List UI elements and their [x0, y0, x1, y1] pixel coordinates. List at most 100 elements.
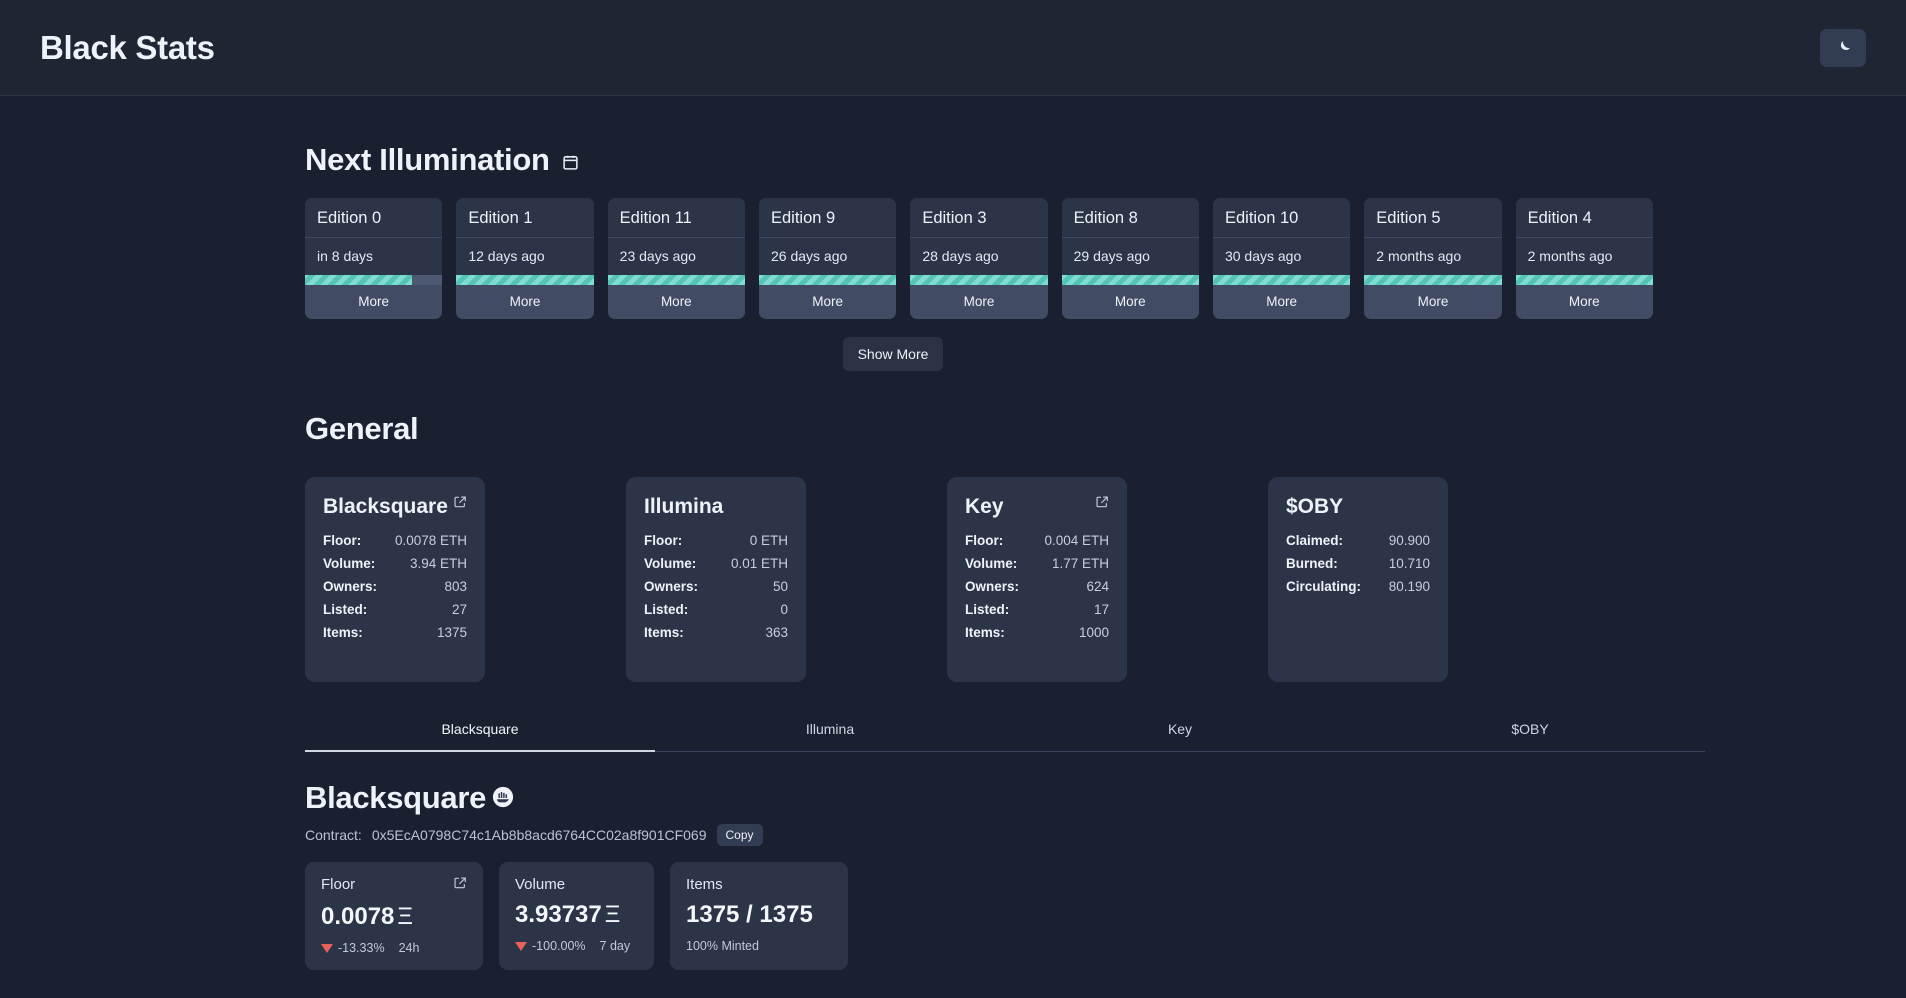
next-illumination-heading-text: Next Illumination	[305, 142, 550, 177]
general-stat-value: 0 ETH	[749, 533, 788, 548]
general-card-title: $OBY	[1286, 495, 1344, 518]
page-title: Black Stats	[40, 28, 215, 66]
eth-symbol: Ξ	[604, 901, 621, 928]
general-card-title: Key	[965, 495, 1004, 518]
tab-key[interactable]: Key	[1005, 710, 1355, 752]
general-stat-label: Circulating:	[1286, 579, 1362, 594]
edition-more-button[interactable]: More	[1212, 285, 1351, 319]
general-card-title: Blacksquare	[323, 495, 448, 518]
general-stat-value: 80.190	[1388, 579, 1430, 594]
general-stat-row: Volume: 1.77 ETH	[965, 552, 1109, 575]
edition-card[interactable]: Edition 8 29 days ago More	[1061, 198, 1199, 319]
triangle-down-icon	[321, 943, 333, 953]
edition-when: in 8 days	[317, 248, 374, 264]
general-stat-value: 624	[1086, 579, 1109, 594]
copy-button[interactable]: Copy	[716, 824, 763, 846]
edition-when: 2 months ago	[1527, 248, 1613, 264]
edition-more-button[interactable]: More	[1061, 285, 1199, 319]
calendar-icon	[562, 154, 579, 171]
general-stat-label: Listed:	[965, 602, 1010, 617]
edition-more-button[interactable]: More	[305, 285, 443, 319]
edition-progress-bar	[456, 275, 594, 285]
contract-label: Contract:	[305, 827, 362, 843]
stat-value-number: 3.93737	[515, 901, 602, 928]
edition-progress-fill	[758, 275, 897, 285]
general-stat-value: 0	[780, 602, 788, 617]
edition-card[interactable]: Edition 4 2 months ago More	[1515, 198, 1653, 319]
general-card-header: Blacksquare	[323, 495, 467, 519]
edition-when: 28 days ago	[922, 248, 999, 264]
edition-more-button[interactable]: More	[456, 285, 594, 319]
contract-address: 0x5EcA0798C74c1Ab8b8acd6764CC02a8f901CF0…	[371, 827, 707, 843]
general-stat-label: Items:	[644, 625, 684, 640]
edition-more-button[interactable]: More	[1515, 285, 1653, 319]
edition-more-button[interactable]: More	[910, 285, 1048, 319]
general-stat-label: Owners:	[965, 579, 1020, 594]
stat-card-value: 1375 / 1375	[686, 901, 813, 928]
general-stat-row: Items: 1000	[965, 621, 1109, 644]
general-card-blacksquare: Blacksquare Floor: 0.0078 ETH Volume: 3.…	[305, 477, 485, 682]
general-stat-row: Owners: 624	[965, 575, 1109, 598]
edition-progress-bar	[758, 275, 897, 285]
edition-when: 23 days ago	[619, 248, 696, 264]
general-stat-value: 17	[1093, 602, 1109, 617]
edition-progress-bar	[1212, 275, 1351, 285]
edition-more-button[interactable]: More	[758, 285, 897, 319]
stat-card-header: Volume	[515, 876, 638, 893]
general-stat-label: Burned:	[1286, 556, 1338, 571]
general-stat-value: 0.004 ETH	[1044, 533, 1109, 548]
opensea-icon[interactable]	[492, 780, 514, 816]
edition-title: Edition 4	[1515, 198, 1653, 238]
stat-card-label: Items	[686, 876, 723, 893]
stat-card-minted: 100% Minted	[686, 939, 759, 953]
stat-change: -100.00%	[515, 939, 586, 953]
edition-more-button[interactable]: More	[1364, 285, 1502, 319]
stat-card-label: Floor	[321, 876, 356, 893]
general-stat-value: 803	[444, 579, 467, 594]
edition-title: Edition 9	[758, 198, 897, 238]
collection-tabs: Blacksquare Illumina Key $OBY	[305, 710, 1705, 752]
tab-blacksquare[interactable]: Blacksquare	[305, 710, 655, 752]
collection-stat-cards: Floor 0.0078 Ξ -13.33% 24h Volume 3.9373…	[305, 862, 1653, 970]
general-stat-row: Items: 1375	[323, 621, 467, 644]
edition-card[interactable]: Edition 5 2 months ago More	[1364, 198, 1502, 319]
external-link-icon[interactable]	[1095, 495, 1109, 514]
edition-card[interactable]: Edition 9 26 days ago More	[758, 198, 897, 319]
general-stat-label: Owners:	[644, 579, 699, 594]
general-stat-label: Listed:	[323, 602, 368, 617]
edition-progress-fill	[305, 275, 413, 285]
editions-row: Edition 0 in 8 days More Edition 1 12 da…	[305, 198, 1653, 319]
external-link-icon[interactable]	[453, 876, 467, 895]
stat-card-floor: Floor 0.0078 Ξ -13.33% 24h	[305, 862, 483, 970]
edition-title: Edition 5	[1364, 198, 1502, 238]
app-header: Black Stats	[0, 0, 1906, 96]
edition-card[interactable]: Edition 10 30 days ago More	[1212, 198, 1351, 319]
general-stat-row: Listed: 27	[323, 598, 467, 621]
general-stat-label: Floor:	[965, 533, 1004, 548]
general-stat-label: Items:	[323, 625, 363, 640]
edition-card[interactable]: Edition 1 12 days ago More	[456, 198, 594, 319]
general-stat-row: Listed: 0	[644, 598, 788, 621]
edition-card[interactable]: Edition 3 28 days ago More	[910, 198, 1048, 319]
edition-progress-fill	[607, 275, 745, 285]
edition-more-button[interactable]: More	[607, 285, 745, 319]
edition-progress-fill	[1515, 275, 1653, 285]
content-container: Next Illumination Edition 0 in 8 days Mo…	[253, 142, 1705, 970]
stat-change: -13.33%	[321, 941, 385, 955]
general-card-title: Illumina	[644, 495, 724, 518]
edition-progress-fill	[1212, 275, 1351, 285]
general-stat-row: Volume: 0.01 ETH	[644, 552, 788, 575]
tab-illumina[interactable]: Illumina	[655, 710, 1005, 752]
general-stat-label: Owners:	[323, 579, 378, 594]
stat-card-sub: -100.00% 7 day	[515, 939, 638, 953]
general-heading: General	[305, 411, 419, 446]
external-link-icon[interactable]	[453, 495, 467, 514]
edition-card[interactable]: Edition 0 in 8 days More	[305, 198, 443, 319]
show-more-button[interactable]: Show More	[842, 337, 944, 371]
general-card-header: $OBY	[1286, 495, 1430, 519]
general-stat-value: 90.900	[1388, 533, 1430, 548]
tab-oby[interactable]: $OBY	[1355, 710, 1705, 752]
theme-toggle-button[interactable]	[1820, 28, 1866, 67]
general-card-header: Key	[965, 495, 1109, 519]
edition-card[interactable]: Edition 11 23 days ago More	[607, 198, 745, 319]
